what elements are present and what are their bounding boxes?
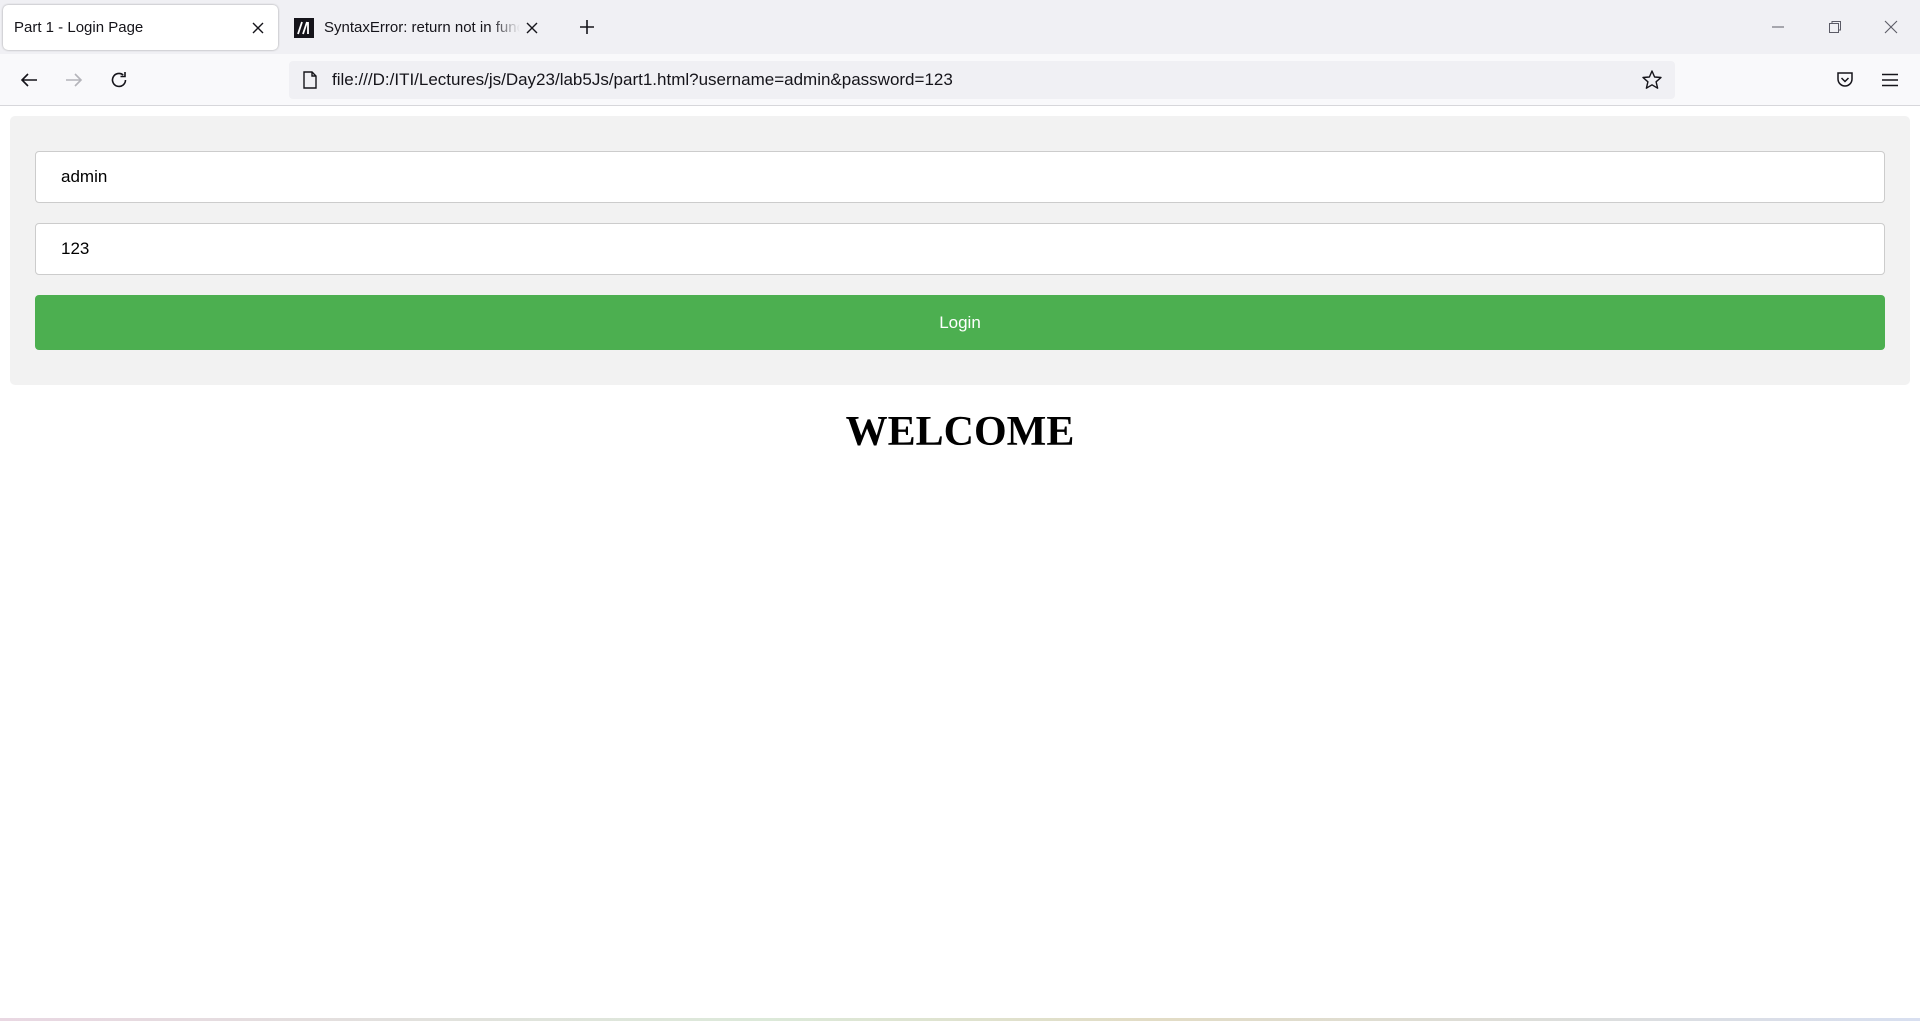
tab-strip: Part 1 - Login Page SyntaxError: return … [0, 0, 1920, 54]
username-input[interactable] [35, 151, 1885, 203]
reload-icon [109, 70, 129, 90]
welcome-heading: WELCOME [845, 409, 1075, 455]
minimize-icon [1771, 20, 1785, 34]
close-window-button[interactable] [1878, 14, 1904, 40]
navigation-toolbar: file:///D:/ITI/Lectures/js/Day23/lab5Js/… [0, 54, 1920, 106]
forward-arrow-icon [64, 70, 84, 90]
minimize-button[interactable] [1765, 14, 1791, 40]
bookmark-star-button[interactable] [1639, 67, 1665, 93]
login-button[interactable]: Login [35, 295, 1885, 350]
restore-button[interactable] [1822, 14, 1848, 40]
page-icon [300, 70, 320, 90]
tab-close-icon[interactable] [246, 16, 270, 40]
password-input[interactable] [35, 223, 1885, 275]
star-icon [1641, 69, 1663, 91]
reload-button[interactable] [106, 67, 132, 93]
new-tab-button[interactable] [575, 15, 599, 39]
restore-icon [1828, 20, 1842, 34]
back-button[interactable] [16, 67, 42, 93]
tab-syntax-error[interactable]: SyntaxError: return not in function [284, 5, 552, 50]
close-icon [1884, 20, 1898, 34]
plus-icon [579, 19, 595, 35]
mdn-icon [294, 17, 314, 38]
url-text[interactable]: file:///D:/ITI/Lectures/js/Day23/lab5Js/… [332, 70, 1639, 90]
login-form: Login [10, 116, 1910, 385]
forward-button[interactable] [61, 67, 87, 93]
pocket-button[interactable] [1832, 67, 1858, 93]
tab-title: Part 1 - Login Page [14, 19, 144, 36]
app-menu-button[interactable] [1877, 67, 1903, 93]
status-divider [0, 1018, 1920, 1021]
back-arrow-icon [19, 70, 39, 90]
address-bar[interactable]: file:///D:/ITI/Lectures/js/Day23/lab5Js/… [289, 61, 1675, 99]
hamburger-menu-icon [1881, 71, 1899, 89]
tab-close-icon[interactable] [520, 16, 544, 40]
pocket-icon [1835, 70, 1855, 90]
tab-title: SyntaxError: return not in function [324, 19, 520, 36]
tab-login-page[interactable]: Part 1 - Login Page [3, 5, 278, 50]
page-viewport: Login WELCOME [0, 106, 1920, 1022]
